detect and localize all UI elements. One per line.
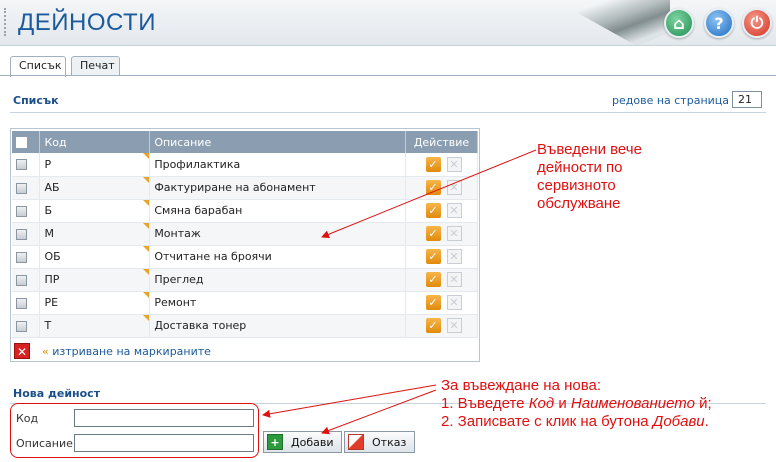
arrow-to-add-button: [321, 389, 437, 435]
annotation-arrows: [262, 149, 537, 435]
arrow-to-list: [321, 149, 537, 239]
